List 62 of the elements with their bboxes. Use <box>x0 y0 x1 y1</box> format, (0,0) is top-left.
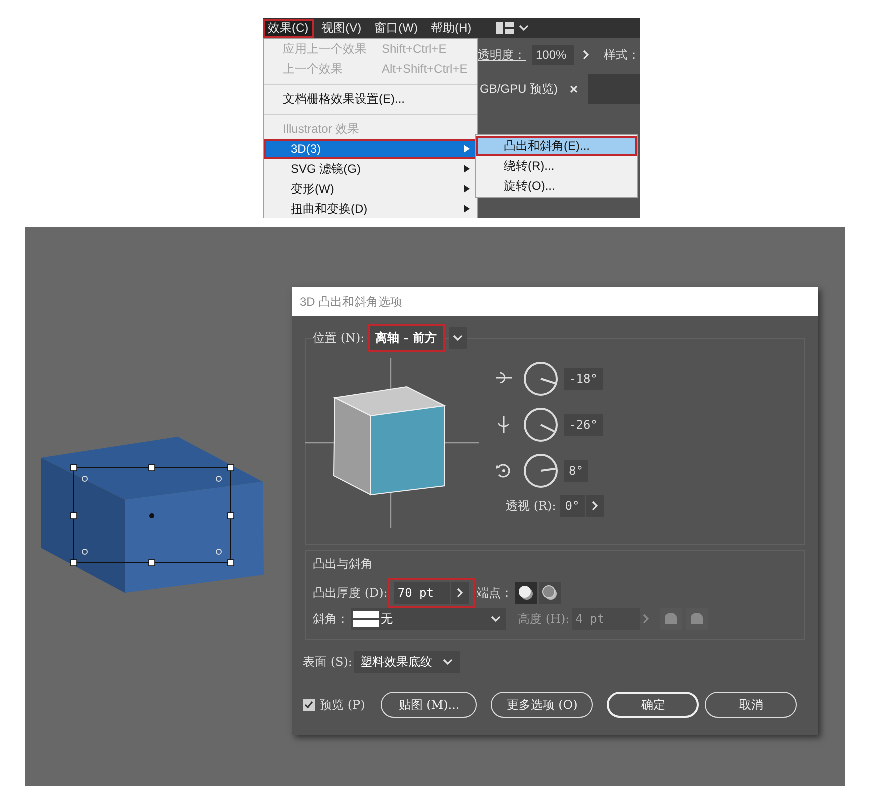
menu-title[interactable]: 帮助(H) <box>426 18 477 38</box>
dialog-title: 3D 凸出和斜角选项 <box>292 287 818 316</box>
cube-preview-drawing[interactable] <box>333 386 447 496</box>
height-label: 高度 (H): <box>518 611 570 628</box>
dropdown-button[interactable] <box>449 327 468 349</box>
rotation-dial <box>523 453 559 489</box>
submenu-arrow-icon <box>464 205 470 213</box>
menu-title[interactable]: 视图(V) <box>316 18 367 38</box>
menu-item[interactable]: 凸出和斜角(E)... <box>476 136 637 156</box>
perspective-label: 透视 (R): <box>506 498 556 515</box>
menu-title[interactable]: 效果(C) <box>263 18 314 38</box>
dialog-button[interactable]: 更多选项 (O) <box>491 692 594 718</box>
menu-item[interactable]: 扭曲和变换(D) <box>264 199 477 218</box>
preview-checkbox[interactable] <box>303 699 315 711</box>
stepper-button[interactable] <box>586 495 604 517</box>
layout-grid-icon <box>496 22 514 34</box>
surface-dropdown[interactable]: 塑料效果底纹 <box>354 651 460 673</box>
submenu-arrow-icon <box>464 185 470 193</box>
menu-item[interactable]: 文档栅格效果设置(E)... <box>264 89 477 109</box>
selection-bounding-box[interactable] <box>70 464 234 566</box>
position-label: 位置 (N): <box>313 329 367 347</box>
workspace-switcher[interactable] <box>496 22 530 34</box>
rotation-angle-field[interactable]: -18° <box>564 368 603 390</box>
section-title: 凸出与斜角 <box>313 556 374 573</box>
document-tab[interactable]: GB/GPU 预览) × <box>478 74 588 104</box>
menu-item[interactable]: 旋转(O)... <box>476 176 637 196</box>
checkmark-icon <box>304 700 314 710</box>
close-button[interactable]: × <box>570 78 578 100</box>
menu-item[interactable]: 3D(3) <box>264 139 477 159</box>
bevel-dropdown[interactable]: 无 <box>351 608 506 630</box>
cap-icon <box>518 585 534 601</box>
document-tab-title: GB/GPU 预览) <box>480 81 558 98</box>
opacity-field[interactable]: 100% <box>532 45 574 65</box>
style-label: 样式： <box>604 47 640 64</box>
submenu-arrow-icon <box>464 165 470 173</box>
cap-label: 端点： <box>476 585 513 602</box>
dialog-button[interactable]: 取消 <box>705 692 798 718</box>
position-dropdown[interactable]: 离轴 - 前方 <box>370 326 444 350</box>
bevel-swatch-icon <box>353 611 379 627</box>
cap-toggle-button[interactable] <box>514 582 537 604</box>
rotation-dial <box>523 361 559 397</box>
menu-section-header: Illustrator 效果 <box>282 121 361 138</box>
opacity-label: 透明度： <box>478 47 526 64</box>
cap-toggle-button[interactable] <box>538 582 561 604</box>
menu-title[interactable]: 窗口(W) <box>370 18 423 38</box>
extrude-depth-label: 凸出厚度 (D): <box>313 585 388 602</box>
dialog-button[interactable]: 贴图 (M)... <box>381 692 478 718</box>
menu-item[interactable]: 变形(W) <box>264 179 477 199</box>
bevel-profile-icon <box>690 612 704 626</box>
perspective-field[interactable]: 0° <box>560 495 585 517</box>
rotation-angle-field[interactable]: 8° <box>564 460 588 482</box>
bevel-profile-icon <box>664 612 678 626</box>
dialog-button[interactable]: 确定 <box>607 692 700 718</box>
bevel-label: 斜角： <box>313 611 349 628</box>
menu-item[interactable]: 绕转(R)... <box>476 156 637 176</box>
rotation-angle-field[interactable]: -26° <box>564 414 603 436</box>
preview-label: 预览 (P) <box>320 697 366 714</box>
menu-item[interactable]: SVG 滤镜(G) <box>264 159 477 179</box>
cap-icon <box>542 585 558 601</box>
rotation-dial <box>523 407 559 443</box>
surface-label: 表面 (S): <box>303 654 352 671</box>
submenu-arrow-icon <box>464 145 470 153</box>
